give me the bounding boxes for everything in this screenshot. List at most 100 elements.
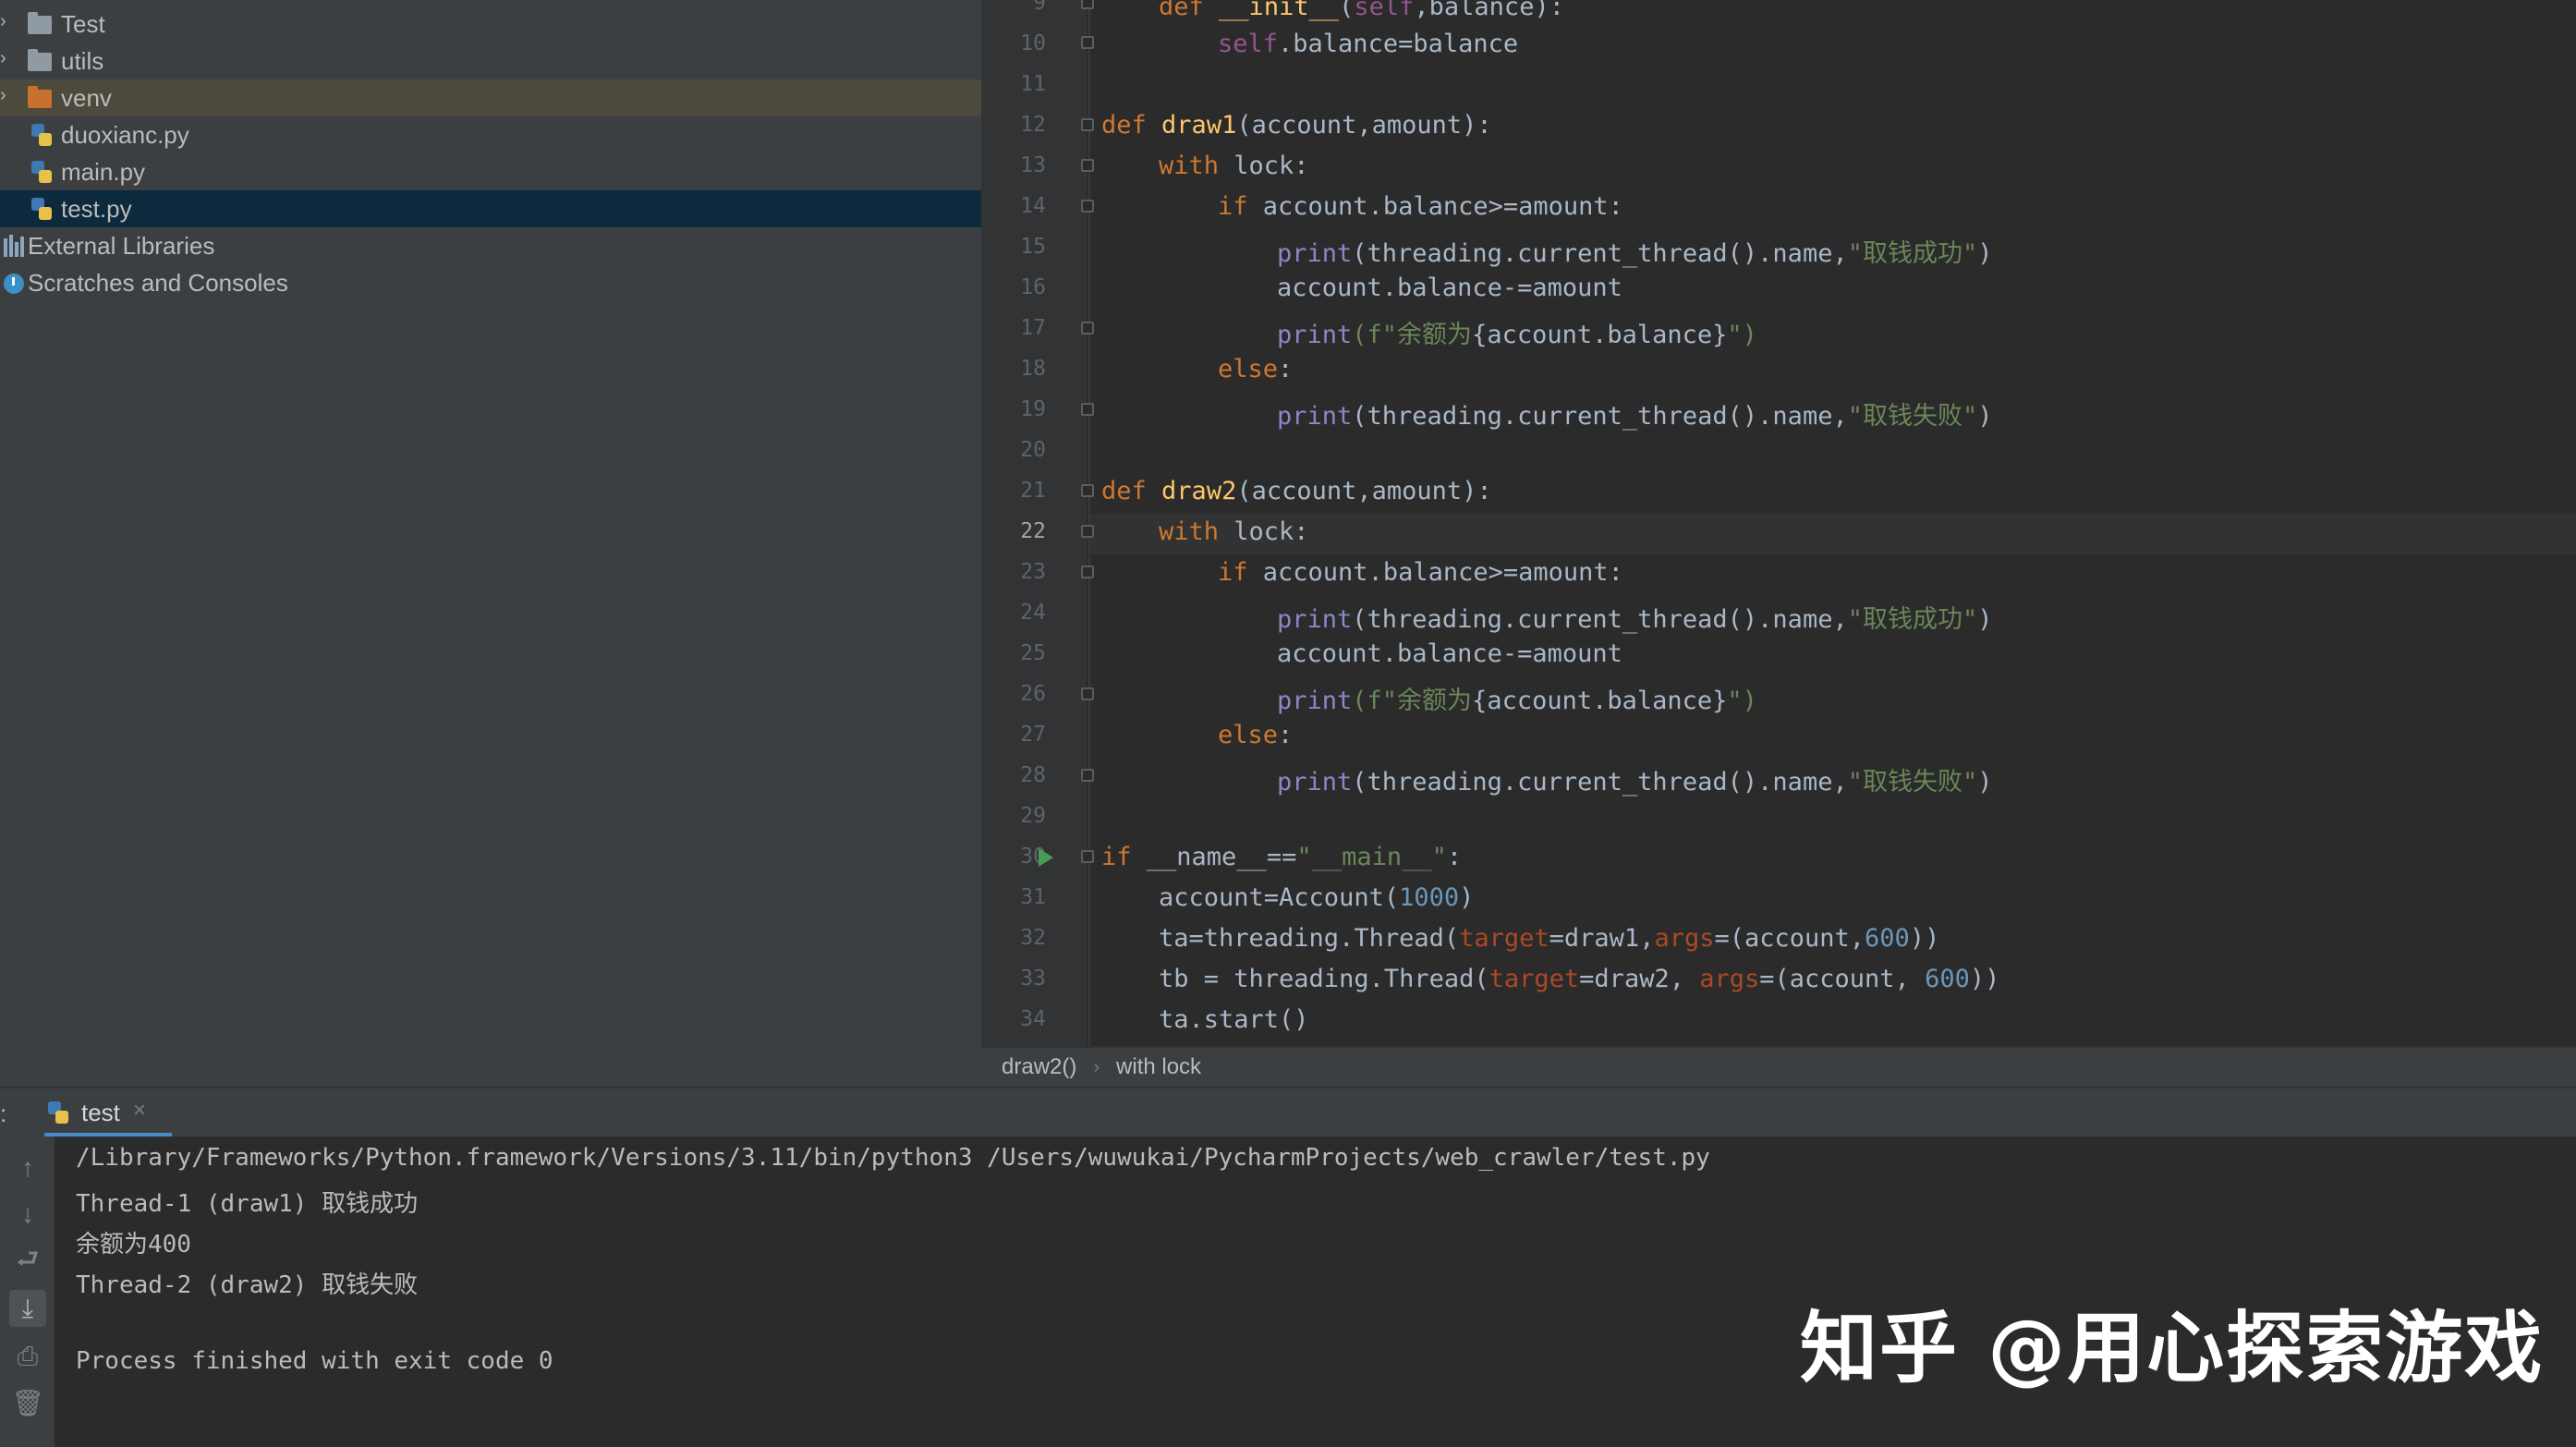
breadcrumb-item-function[interactable]: draw2() <box>1002 1054 1076 1080</box>
run-tab-test[interactable]: test × <box>44 1088 172 1137</box>
line-number: 15 <box>1020 235 1046 259</box>
tree-item-label: External Libraries <box>28 231 215 260</box>
code-line-10: self.balance=balance <box>1218 30 1519 58</box>
fold-marker-icon[interactable] <box>1081 200 1094 213</box>
tree-item-test-py[interactable]: test.py <box>0 190 981 227</box>
code-line-23: if account.balance>=amount: <box>1218 558 1623 587</box>
fold-marker-icon[interactable] <box>1081 687 1094 700</box>
current-line-highlight <box>1090 514 2576 554</box>
code-line-32: ta=threading.Thread(target=draw1,args=(a… <box>1159 924 1940 953</box>
line-number: 17 <box>1020 316 1046 340</box>
watermark: 知乎 @用心探索游戏 <box>1800 1303 2545 1393</box>
fold-marker-icon[interactable] <box>1081 159 1094 172</box>
console-line: Thread-1 (draw1) 取钱成功 <box>76 1190 419 1218</box>
line-number: 22 <box>1020 519 1046 543</box>
code-line-28: print(threading.current_thread().name,"取… <box>1277 768 1993 796</box>
code-line-26: print(f"余额为{account.balance}") <box>1277 687 1757 715</box>
fold-marker-icon[interactable] <box>1081 0 1094 9</box>
tree-item-label: utils <box>61 46 104 75</box>
tree-item-test-folder[interactable]: › Test <box>0 6 981 43</box>
tree-item-scratches[interactable]: Scratches and Consoles <box>0 264 981 301</box>
line-number: 31 <box>1020 885 1046 909</box>
line-number: 21 <box>1020 479 1046 503</box>
library-icon <box>2 234 26 258</box>
close-icon[interactable]: × <box>133 1098 146 1124</box>
scroll-to-end-icon[interactable]: ⤓ <box>9 1290 46 1327</box>
run-panel-header: : test × <box>0 1087 2576 1137</box>
project-tree: › Test › utils › venv duoxianc.py main.p… <box>0 0 981 1087</box>
fold-marker-icon[interactable] <box>1081 484 1094 497</box>
python-file-icon <box>30 160 54 184</box>
tree-item-main-py[interactable]: main.py <box>0 153 981 190</box>
run-panel-title: : <box>0 1100 7 1127</box>
code-line-18: else: <box>1218 355 1294 383</box>
fold-marker-icon[interactable] <box>1081 322 1094 334</box>
up-arrow-icon[interactable]: ↑ <box>9 1149 46 1186</box>
line-number: 13 <box>1020 153 1046 177</box>
line-number: 16 <box>1020 275 1046 299</box>
tree-item-label: Scratches and Consoles <box>28 268 288 297</box>
fold-marker-icon[interactable] <box>1081 525 1094 538</box>
code-line-19: print(threading.current_thread().name,"取… <box>1277 402 1993 431</box>
code-line-13: with lock: <box>1159 152 1309 180</box>
fold-marker-icon[interactable] <box>1081 403 1094 416</box>
code-line-14: if account.balance>=amount: <box>1218 192 1623 221</box>
soft-wrap-icon[interactable]: ⮐ <box>9 1244 46 1281</box>
tree-item-label: venv <box>61 83 112 112</box>
line-number: 26 <box>1020 682 1046 706</box>
tree-item-label: test.py <box>61 194 132 223</box>
line-number: 9 <box>1033 0 1046 15</box>
tree-item-label: main.py <box>61 157 146 186</box>
line-number: 25 <box>1020 641 1046 665</box>
fold-marker-icon[interactable] <box>1081 850 1094 863</box>
down-arrow-icon[interactable]: ↓ <box>9 1196 46 1233</box>
line-number: 23 <box>1020 560 1046 584</box>
print-icon[interactable]: ⎙ <box>9 1338 46 1375</box>
python-file-icon <box>30 197 54 221</box>
tree-item-external-libraries[interactable]: External Libraries <box>0 227 981 264</box>
tree-item-label: duoxianc.py <box>61 120 189 149</box>
fold-marker-icon[interactable] <box>1081 769 1094 782</box>
breadcrumb-separator: › <box>1093 1056 1100 1077</box>
python-icon <box>48 1101 68 1124</box>
code-line-22: with lock: <box>1159 517 1309 546</box>
code-editor[interactable]: 9 10 11 12 13 14 15 16 17 18 19 20 21 22 23 24 25 26 27 28 2… <box>981 0 2576 1046</box>
chevron-right-icon[interactable]: › <box>0 48 13 69</box>
folder-icon <box>28 49 52 74</box>
fold-marker-icon[interactable] <box>1081 565 1094 578</box>
line-number: 32 <box>1020 926 1046 950</box>
fold-marker-icon[interactable] <box>1081 118 1094 131</box>
line-number: 19 <box>1020 397 1046 421</box>
line-number: 27 <box>1020 723 1046 747</box>
tree-item-utils-folder[interactable]: › utils <box>0 43 981 79</box>
tree-item-venv-folder[interactable]: › venv <box>0 79 981 116</box>
run-toolbar: ↑ ↓ ⮐ ⤓ ⎙ 🗑 <box>0 1137 55 1447</box>
code-line-30: if __name__=="__main__": <box>1101 843 1463 871</box>
breadcrumb-item-with[interactable]: with lock <box>1116 1054 1201 1080</box>
python-file-icon <box>30 123 54 147</box>
console-line: Thread-2 (draw2) 取钱失败 <box>76 1271 419 1299</box>
chevron-right-icon[interactable]: › <box>0 85 13 106</box>
tree-item-label: Test <box>61 9 105 38</box>
console-line: 余额为400 <box>76 1231 191 1259</box>
code-line-33: tb = threading.Thread(target=draw2, args… <box>1159 965 2000 993</box>
tree-item-duoxianc-py[interactable]: duoxianc.py <box>0 116 981 153</box>
scratches-icon <box>2 272 26 296</box>
line-number: 28 <box>1020 763 1046 787</box>
code-line-12: def draw1(account,amount): <box>1101 111 1492 140</box>
fold-marker-icon[interactable] <box>1081 36 1094 49</box>
run-gutter-icon[interactable] <box>1039 848 1053 867</box>
code-line-25: account.balance-=amount <box>1277 639 1622 668</box>
code-line-9: def __init__(self,balance): <box>1159 0 1564 21</box>
line-number: 24 <box>1020 601 1046 625</box>
line-number: 10 <box>1020 31 1046 55</box>
chevron-right-icon[interactable]: › <box>0 11 13 32</box>
line-number: 33 <box>1020 967 1046 991</box>
code-line-31: account=Account(1000) <box>1159 883 1475 912</box>
trash-icon[interactable]: 🗑 <box>9 1384 46 1421</box>
breadcrumb: draw2() › with lock <box>981 1046 2576 1087</box>
line-number: 18 <box>1020 357 1046 381</box>
line-number: 20 <box>1020 438 1046 462</box>
line-number: 14 <box>1020 194 1046 218</box>
code-line-24: print(threading.current_thread().name,"取… <box>1277 605 1993 634</box>
